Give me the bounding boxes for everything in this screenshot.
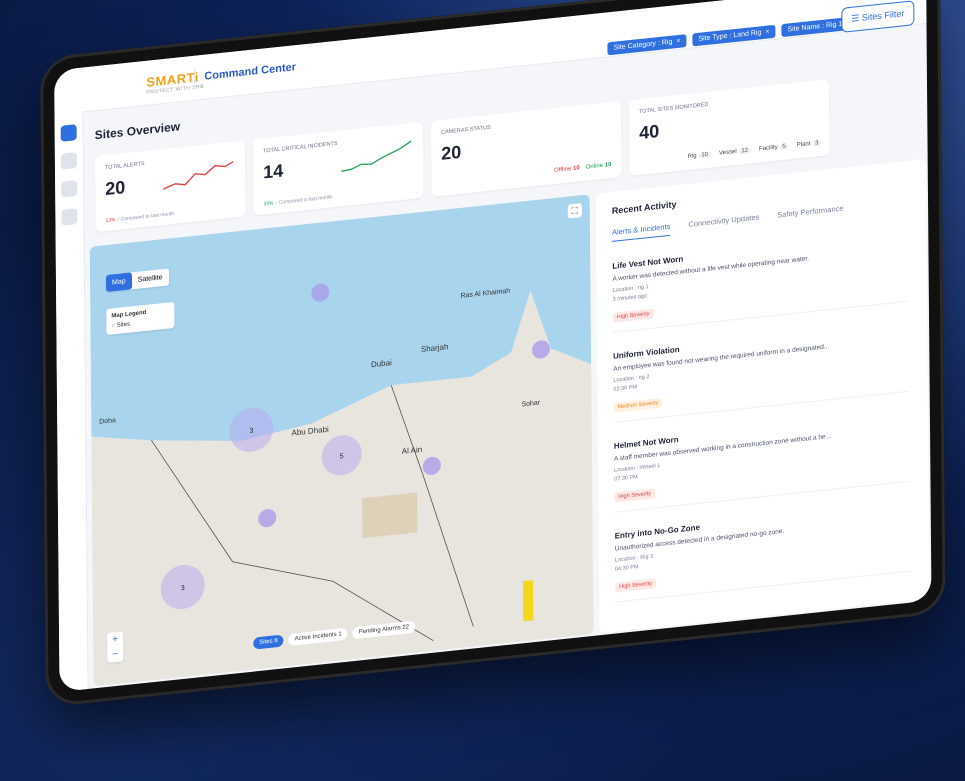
online-status: Online 10 <box>586 162 612 171</box>
severity-badge: High Severity <box>614 488 656 503</box>
offline-label: Offline <box>554 166 572 175</box>
critical-incidents-card[interactable]: TOTAL CRITICAL INCIDENTS 14 33% ↓ Compar… <box>252 121 424 216</box>
change-value: 33% <box>263 200 274 208</box>
site-type-name: Rig <box>687 153 697 160</box>
close-icon[interactable]: × <box>765 28 769 35</box>
zoom-out-button[interactable]: − <box>107 646 123 663</box>
site-type-count: 3 <box>812 139 822 147</box>
site-marker[interactable] <box>531 339 550 359</box>
offline-status: Offline 10 <box>554 165 580 174</box>
tablet-frame: SMARTi PROTECT WITH SRB Command Center S… <box>40 0 946 708</box>
severity-badge: Medium Severity <box>613 397 663 413</box>
online-count: 10 <box>604 161 612 169</box>
document-icon[interactable] <box>61 180 78 198</box>
tab-label: Pending Alarms <box>358 625 401 636</box>
tab-label: Sites <box>259 638 273 646</box>
tab-connectivity-updates[interactable]: Connectivity Updates <box>688 212 759 233</box>
compare-text: Compared to last month <box>120 210 175 223</box>
activity-item[interactable]: Entry into No-Go Zone Unauthorized acces… <box>614 500 911 603</box>
site-type-name: Plant <box>796 141 811 149</box>
place-label: Al Ain <box>402 445 422 456</box>
chip-label: Site Type : Land Rig <box>698 29 762 43</box>
tab-label: Active Incidents <box>294 631 337 643</box>
cluster-count: 5 <box>340 453 344 460</box>
card-value: 40 <box>639 120 660 144</box>
tab-alerts-incidents[interactable]: Alerts & Incidents <box>611 221 671 242</box>
site-type-count: 10 <box>698 151 712 159</box>
legend-item: ○ Sites <box>111 317 169 330</box>
card-compare: 13% ↑ Compared to last month <box>105 210 175 225</box>
site-type: Facility 5 <box>759 143 789 152</box>
site-type-count: 12 <box>738 147 752 155</box>
panel-title: Recent Activity <box>611 199 677 216</box>
protected-area <box>362 492 418 539</box>
site-type: Vessel 12 <box>718 147 752 157</box>
tab-safety-performance[interactable]: Safety Performance <box>777 204 843 225</box>
cluster-count: 3 <box>181 585 185 592</box>
tab-count: 8 <box>274 638 278 645</box>
card-label: TOTAL CRITICAL INCIDENTS <box>262 140 338 155</box>
users-icon[interactable] <box>60 152 77 170</box>
app-screen: SMARTi PROTECT WITH SRB Command Center S… <box>54 0 932 692</box>
zoom-controls: + − <box>107 631 124 663</box>
legend-item-label: Sites <box>116 321 131 329</box>
tab-count: 1 <box>338 631 342 638</box>
close-icon[interactable]: × <box>676 38 680 45</box>
severity-badge: High Severity <box>612 308 654 323</box>
compare-text: Compared to last month <box>278 194 333 206</box>
offline-count: 10 <box>573 165 580 173</box>
cameras-status-card[interactable]: CAMERAS STATUS 20 Offline 10 Online 10 <box>430 101 622 197</box>
location-pin-icon[interactable] <box>60 124 77 142</box>
site-type: Plant 3 <box>796 139 822 149</box>
site-marker[interactable] <box>422 456 441 476</box>
online-label: Online <box>585 162 604 171</box>
card-compare: 33% ↓ Compared to last month <box>263 194 333 208</box>
filter-chip-category[interactable]: Site Category : Rig × <box>607 34 687 56</box>
alerts-sparkline <box>163 161 234 190</box>
card-value: 14 <box>263 160 284 183</box>
total-alerts-card[interactable]: TOTAL ALERTS 20 13% ↑ Compared to last m… <box>94 140 246 233</box>
filter-icon: ☰ <box>851 12 862 24</box>
chart-icon[interactable] <box>61 208 78 226</box>
tab-count: 22 <box>402 624 410 631</box>
section-title: Command Center <box>204 61 297 83</box>
highlight-zone <box>522 580 534 622</box>
filter-chip-type[interactable]: Site Type : Land Rig × <box>692 24 776 47</box>
card-label: TOTAL SITES MONITORED <box>638 101 709 116</box>
site-type-name: Vessel <box>718 148 737 157</box>
site-type-name: Facility <box>759 144 778 153</box>
filter-chips: Site Category : Rig × Site Type : Land Ri… <box>607 16 857 56</box>
sidebar <box>54 111 89 692</box>
recent-activity-panel: Recent Activity Alerts & Incidents Conne… <box>595 158 930 634</box>
app-logo[interactable]: SMARTi PROTECT WITH SRB <box>146 69 204 96</box>
sites-map[interactable]: 3 5 3 Doha Dubai Sharjah Abu Dhabi Al Ai… <box>89 194 594 687</box>
severity-badge: High Severity <box>615 578 656 593</box>
chip-label: Site Name : Rig 1 <box>787 20 843 34</box>
map-toggle-map[interactable]: Map <box>105 272 132 293</box>
camera-status: Offline 10 Online 10 <box>554 162 611 174</box>
site-marker[interactable] <box>258 508 277 528</box>
site-type-counts: Rig 10 Vessel 12 Facility 5 Plant 3 <box>687 139 822 160</box>
fullscreen-icon[interactable]: ⛶ <box>567 203 582 219</box>
site-type: Rig 10 <box>687 151 712 160</box>
activity-item[interactable]: Helmet Not Worn A staff member was obser… <box>613 410 910 513</box>
place-label: Sohar <box>521 399 540 408</box>
critical-sparkline <box>341 140 412 173</box>
total-sites-card[interactable]: TOTAL SITES MONITORED 40 Rig 10 Vessel 1… <box>628 79 830 177</box>
card-value: 20 <box>105 177 126 200</box>
site-type-count: 5 <box>779 143 789 151</box>
page-title: Sites Overview <box>94 119 181 143</box>
card-label: TOTAL ALERTS <box>104 161 145 172</box>
sites-filter-label: Sites Filter <box>861 8 905 23</box>
chip-label: Site Category : Rig <box>613 38 673 52</box>
change-value: 13% <box>105 217 116 225</box>
activity-item[interactable]: Uniform Violation An employee was found … <box>613 320 909 423</box>
logo-divider <box>194 67 196 90</box>
sites-filter-button[interactable]: ☰ Sites Filter <box>841 0 915 33</box>
card-label: CAMERAS STATUS <box>440 124 491 136</box>
activity-item[interactable]: Life Vest Not Worn A worker was detected… <box>612 230 908 333</box>
card-value: 20 <box>441 141 462 164</box>
cluster-count: 3 <box>249 428 253 435</box>
